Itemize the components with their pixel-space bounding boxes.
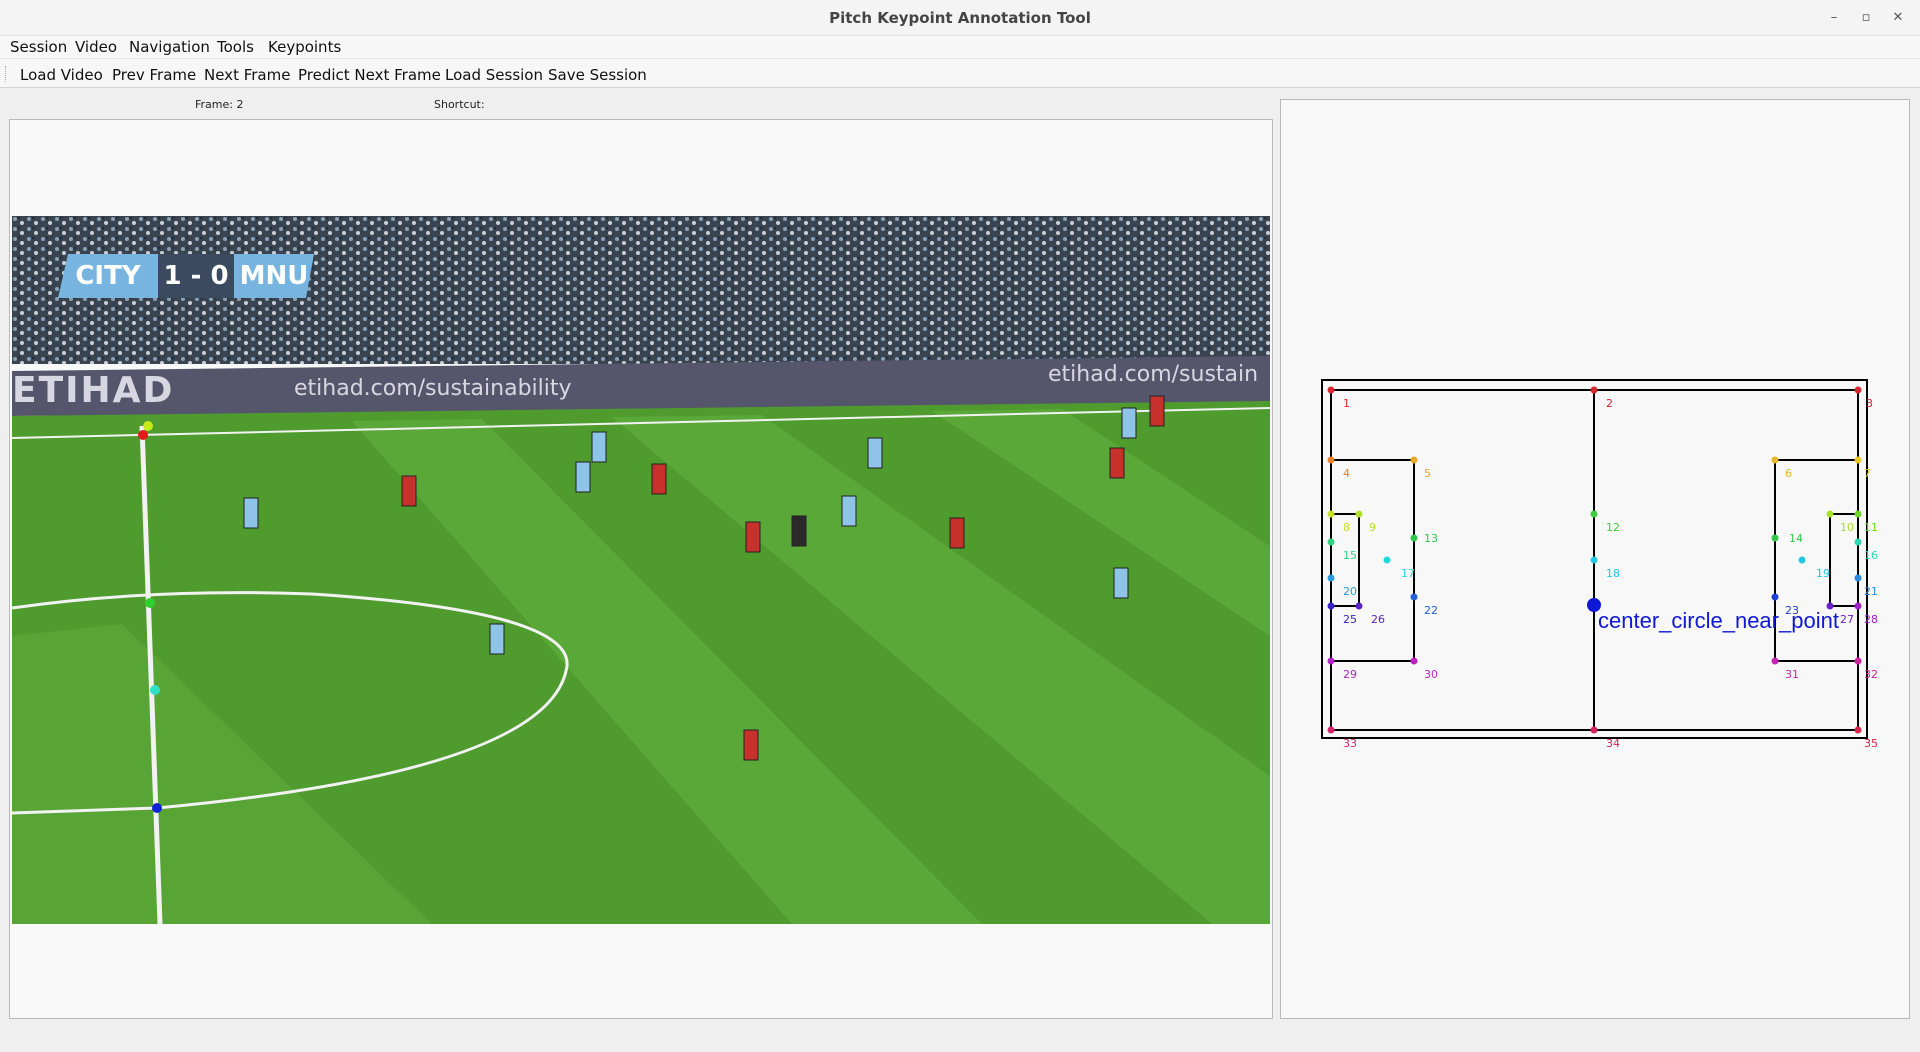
load-video-button[interactable]: Load Video [20,66,103,84]
maximize-icon[interactable]: ▫ [1856,8,1876,28]
player-referee [791,515,807,547]
kp-marker-1 [138,430,148,440]
minimize-icon[interactable]: – [1824,8,1844,28]
window-title: Pitch Keypoint Annotation Tool [829,9,1091,27]
player-home [1121,407,1137,439]
video-frame[interactable]: ETIHAD etihad.com/sustainability etihad.… [12,216,1270,924]
player-away [1149,395,1165,427]
toolbar: Load Video Prev Frame Next Frame Predict… [0,58,1920,88]
menu-tools[interactable]: Tools [217,38,254,56]
next-frame-button[interactable]: Next Frame [204,66,290,84]
frame-label: Frame: 2 [195,98,244,111]
player-home [489,623,505,655]
score-home-team: CITY [58,254,158,298]
player-home [243,497,259,529]
prev-frame-button[interactable]: Prev Frame [112,66,196,84]
scoreboard: CITY 1 - 0 MNU [58,254,314,298]
player-away [743,729,759,761]
kp-marker-18 [152,803,162,813]
player-away [651,463,667,495]
menu-keypoints[interactable]: Keypoints [268,38,341,56]
score-value: 1 - 0 [158,254,234,298]
player-home [591,431,607,463]
menubar: Session Video Navigation Tools Keypoints [0,36,1920,58]
player-away [1109,447,1125,479]
player-away [949,517,965,549]
pitch-template-panel [1280,99,1910,1019]
window-titlebar: Pitch Keypoint Annotation Tool – ▫ ✕ [0,0,1920,36]
ad-etihad-url: etihad.com/sustainability [294,376,572,401]
load-session-button[interactable]: Load Session [445,66,543,84]
predict-next-frame-button[interactable]: Predict Next Frame [298,66,441,84]
close-icon[interactable]: ✕ [1888,8,1908,28]
save-session-button[interactable]: Save Session [548,66,647,84]
player-home [867,437,883,469]
player-home [1113,567,1129,599]
player-home [841,495,857,527]
kp-marker-12 [145,598,155,608]
menu-video[interactable]: Video [75,38,117,56]
ad-etihad-url-right: etihad.com/sustain [1048,362,1259,387]
score-away-team: MNU [234,254,314,298]
toolbar-grip[interactable] [5,66,7,82]
kp-marker-16 [150,685,160,695]
player-away [745,521,761,553]
menu-session[interactable]: Session [10,38,67,56]
menu-navigation[interactable]: Navigation [129,38,210,56]
shortcut-label: Shortcut: [434,98,485,111]
player-away [401,475,417,507]
video-frame-canvas[interactable] [12,216,1270,924]
ad-etihad-logo: ETIHAD [12,370,175,411]
kp-marker-4 [143,421,153,431]
player-home [575,461,591,493]
